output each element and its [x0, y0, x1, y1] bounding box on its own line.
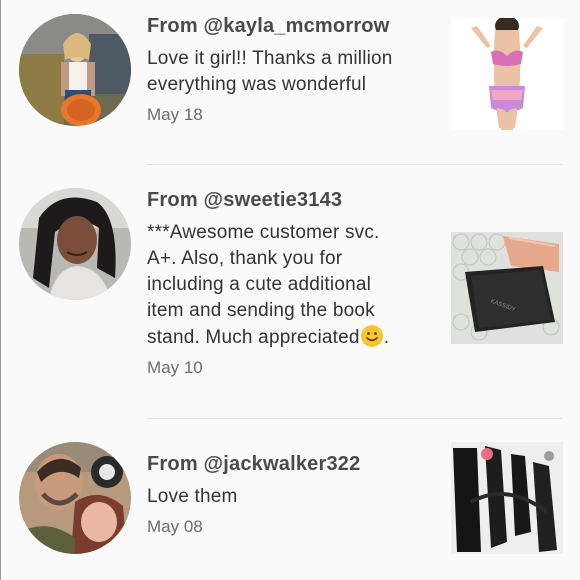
review-text: From @sweetie3143 ***Awesome customer sv…	[147, 188, 432, 379]
avatar[interactable]	[19, 442, 131, 554]
review-message: Love it girl!! Thanks a million everythi…	[147, 48, 393, 95]
divider	[147, 164, 562, 165]
review-message: ***Awesome customer svc. A+. Also, thank…	[147, 220, 432, 351]
user-photo-icon	[19, 442, 131, 554]
user-photo-icon	[19, 188, 131, 300]
product-thumbnail[interactable]: KASSIDY	[451, 232, 563, 344]
user-photo-icon	[19, 14, 131, 126]
avatar[interactable]	[19, 14, 131, 126]
reviewer-name[interactable]: From @kayla_mcmorrow	[147, 14, 427, 38]
reviewer-name[interactable]: From @sweetie3143	[147, 188, 432, 212]
review-date: May 10	[147, 358, 203, 377]
review-text: From @kayla_mcmorrow Love it girl!! Than…	[147, 14, 427, 126]
divider	[147, 418, 562, 419]
bikini-photo-icon	[451, 18, 563, 130]
reviewer-name[interactable]: From @jackwalker322	[147, 452, 427, 476]
avatar[interactable]	[19, 188, 131, 300]
review-text: From @jackwalker322 Love them May 08	[147, 452, 427, 538]
reviews-feed: From @kayla_mcmorrow Love it girl!! Than…	[0, 0, 580, 580]
product-thumbnail[interactable]	[451, 18, 563, 130]
review-date: May 08	[147, 517, 203, 536]
clothing-photo-icon	[451, 442, 563, 554]
review-message-body: ***Awesome customer svc. A+. Also, thank…	[147, 222, 380, 348]
review-message: Love them	[147, 486, 238, 507]
review-message-suffix: .	[383, 327, 390, 348]
box-photo-icon: KASSIDY	[451, 232, 563, 344]
review-date: May 18	[147, 105, 203, 124]
product-thumbnail[interactable]	[451, 442, 563, 554]
smiley-emoji-icon	[360, 325, 383, 347]
